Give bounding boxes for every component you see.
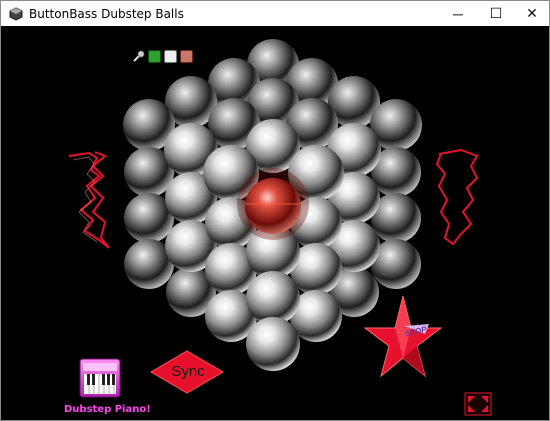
close-button[interactable]: ✕ — [515, 1, 549, 26]
ball-cluster[interactable] — [123, 39, 422, 371]
minimize-button[interactable]: ─ — [441, 1, 475, 26]
white-cube-icon[interactable] — [164, 50, 177, 63]
red-cube-icon[interactable] — [180, 50, 193, 63]
active-ball[interactable] — [245, 178, 301, 234]
right-waveform — [435, 148, 479, 246]
maximize-button[interactable]: ☐ — [479, 1, 513, 26]
sync-label[interactable]: Sync — [168, 363, 208, 380]
piano-icon[interactable] — [79, 358, 121, 398]
app-window: ButtonBass Dubstep Balls ─ ☐ ✕ Sync STOP… — [0, 0, 550, 421]
green-cube-icon[interactable] — [148, 50, 161, 63]
title-bar: ButtonBass Dubstep Balls ─ ☐ ✕ — [1, 1, 549, 26]
fullscreen-button[interactable] — [464, 392, 492, 416]
left-waveform — [68, 151, 110, 249]
microphone-icon[interactable] — [132, 50, 145, 63]
toolbar-icons — [132, 50, 193, 63]
game-stage: Sync STOP Dubstep Piano! — [1, 26, 549, 420]
stop-button[interactable] — [363, 295, 443, 378]
cube-icon — [9, 6, 23, 21]
piano-label[interactable]: Dubstep Piano! — [64, 404, 151, 415]
window-title: ButtonBass Dubstep Balls — [29, 6, 184, 21]
